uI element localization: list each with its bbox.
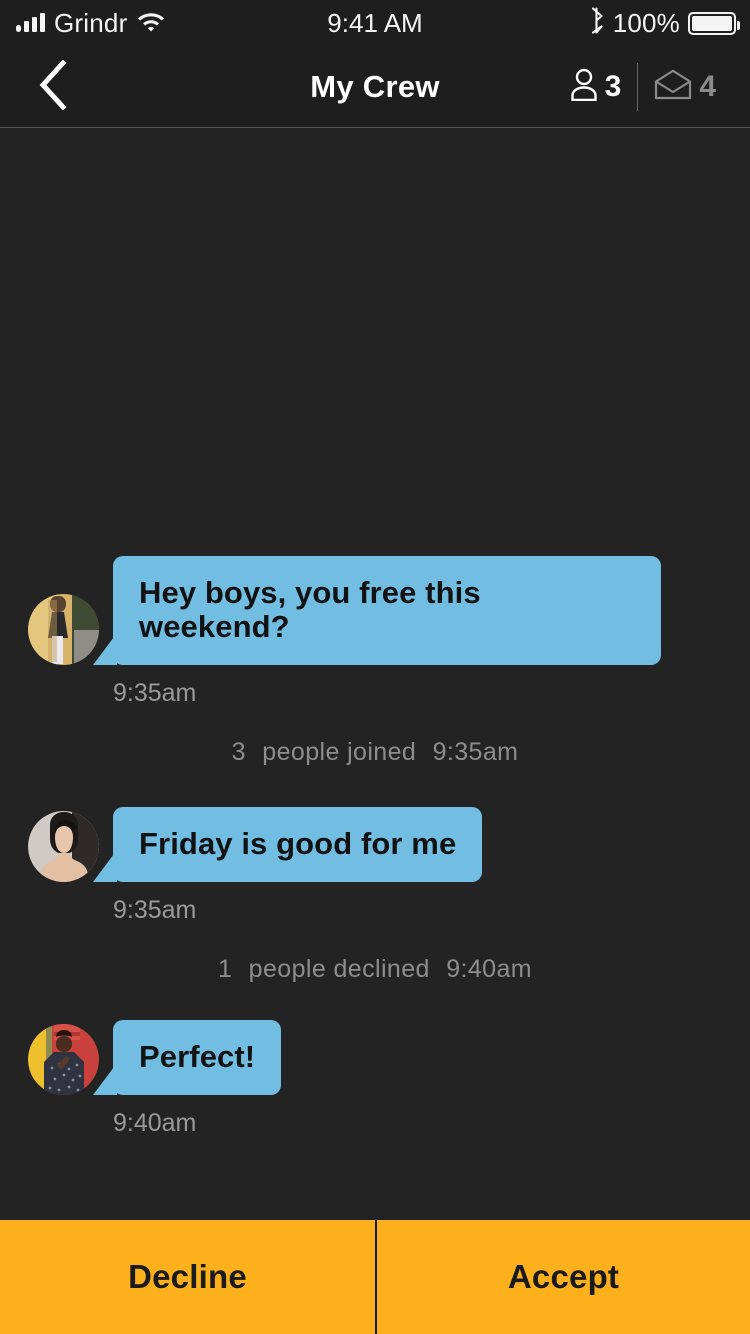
message-text: Friday is good for me	[113, 806, 483, 882]
message-row: Hey boys, you free this weekend?	[0, 555, 750, 666]
avatar-image-2	[28, 810, 99, 882]
wifi-icon	[136, 9, 166, 37]
system-timestamp: 9:35am	[432, 737, 519, 766]
battery-percent-label: 100%	[612, 7, 680, 38]
message-row: Perfect!	[0, 1019, 750, 1096]
system-label: people joined	[262, 737, 417, 766]
person-icon	[570, 68, 598, 106]
invites-count: 4	[699, 70, 716, 103]
envelope-open-icon	[654, 69, 692, 105]
system-count: 1	[218, 954, 233, 983]
chat-thread[interactable]: Hey boys, you free this weekend? 9:35am …	[0, 128, 750, 1334]
status-bar-right: 100%	[588, 0, 740, 46]
message-row: Friday is good for me	[0, 806, 750, 883]
avatar[interactable]	[28, 593, 99, 665]
decline-button[interactable]: Decline	[0, 1220, 377, 1334]
message-timestamp: 9:40am	[113, 1109, 197, 1137]
members-count-button[interactable]: 3	[554, 68, 638, 106]
action-bar: Decline Accept	[0, 1220, 750, 1334]
system-count: 3	[231, 737, 246, 766]
message-bubble-wrap: Perfect!	[92, 1019, 282, 1096]
navigation-bar: My Crew 3 4	[0, 46, 750, 128]
nav-right-group: 3 4	[554, 46, 732, 128]
accept-button[interactable]: Accept	[377, 1220, 750, 1334]
message-bubble-wrap: Hey boys, you free this weekend?	[93, 555, 661, 666]
battery-icon	[688, 11, 740, 35]
message-timestamp: 9:35am	[113, 895, 197, 924]
avatar[interactable]	[28, 810, 99, 882]
bluetooth-icon	[588, 7, 605, 39]
avatar[interactable]	[28, 1024, 99, 1095]
avatar-image-1	[28, 593, 99, 665]
invites-count-button[interactable]: 4	[638, 69, 732, 105]
status-bar-left: Grindr	[16, 8, 166, 39]
message-timestamp: 9:35am	[113, 678, 197, 707]
message-text: Hey boys, you free this weekend?	[113, 555, 661, 665]
system-message: 3 people joined 9:35am	[0, 738, 750, 767]
message-bubble-wrap: Friday is good for me	[92, 806, 483, 883]
members-count: 3	[604, 70, 622, 103]
signal-bars-icon	[16, 13, 45, 32]
message-text: Perfect!	[113, 1019, 282, 1095]
status-bar: Grindr 9:41 AM 100%	[0, 0, 750, 46]
app-screen: Grindr 9:41 AM 100% My Crew 3 4 Hey boys…	[0, 0, 750, 1334]
clock-label: 9:41 AM	[327, 7, 423, 38]
system-message: 1 people declined 9:40am	[0, 955, 750, 984]
system-timestamp: 9:40am	[446, 954, 532, 983]
system-label: people declined	[248, 954, 430, 983]
carrier-label: Grindr	[54, 7, 128, 38]
avatar-image-3	[28, 1024, 99, 1095]
